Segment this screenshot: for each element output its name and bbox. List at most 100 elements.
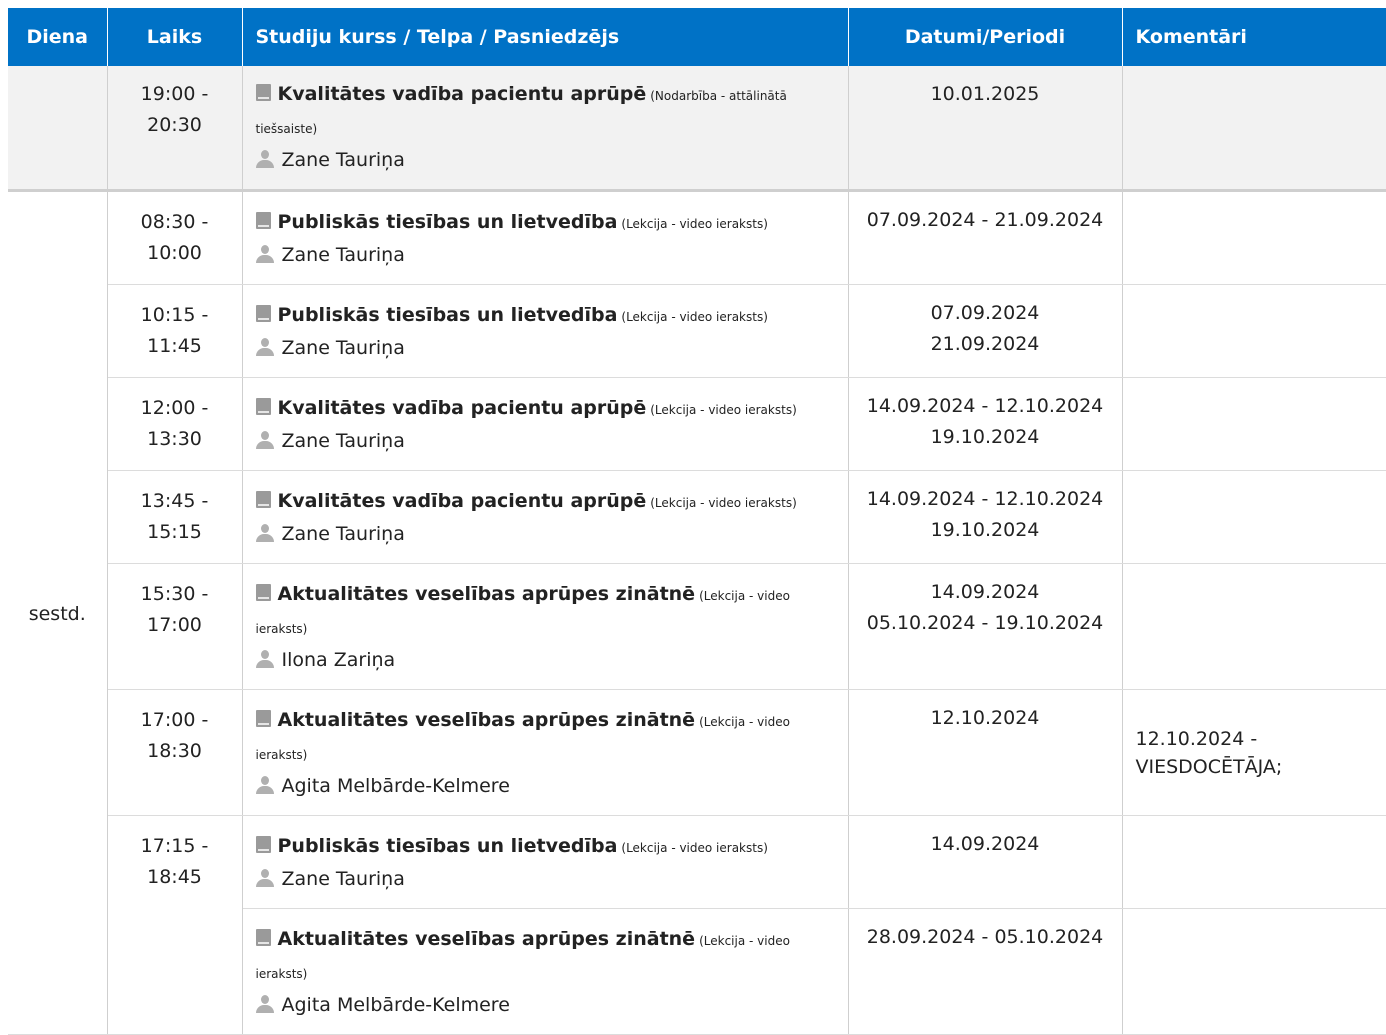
teacher-name[interactable]: Ilona Zariņa bbox=[282, 649, 396, 671]
person-icon bbox=[255, 150, 274, 168]
dates-cell: 14.09.2024 05.10.2024 - 19.10.2024 bbox=[848, 563, 1123, 690]
course-type: (Lekcija - video ieraksts) bbox=[621, 841, 768, 855]
book-icon bbox=[255, 836, 271, 853]
day-cell bbox=[8, 66, 108, 191]
table-row: 19:00 - 20:30 Kvalitātes vadība pacientu… bbox=[8, 66, 1386, 191]
course-cell: Aktualitātes veselības aprūpes zinātnē (L… bbox=[242, 908, 849, 1035]
course-cell: Publiskās tiesības un lietvedība (Lekcija… bbox=[242, 284, 849, 378]
teacher-name[interactable]: Agita Melbārde-Kelmere bbox=[282, 775, 510, 797]
comment-cell bbox=[1122, 284, 1386, 378]
book-icon bbox=[255, 929, 271, 946]
comment-cell bbox=[1122, 377, 1386, 471]
comment-cell bbox=[1122, 189, 1386, 285]
course-type: (Lekcija - video ieraksts) bbox=[650, 496, 797, 510]
course-cell: Kvalitātes vadība pacientu aprūpē (Lekcij… bbox=[242, 377, 849, 471]
dates-cell: 28.09.2024 - 05.10.2024 bbox=[848, 908, 1123, 1035]
time-cell: 10:15 - 11:45 bbox=[107, 284, 243, 378]
book-icon bbox=[255, 398, 271, 415]
header-course: Studiju kurss / Telpa / Pasniedzējs bbox=[242, 8, 849, 66]
time-cell: 19:00 - 20:30 bbox=[107, 66, 243, 191]
teacher-name[interactable]: Zane Tauriņa bbox=[282, 868, 405, 890]
date-period: 14.09.2024 - 12.10.2024 bbox=[866, 395, 1104, 417]
comment-cell bbox=[1122, 815, 1386, 909]
date-period: 19.10.2024 bbox=[930, 519, 1040, 541]
date-period: 19.10.2024 bbox=[930, 426, 1040, 448]
book-icon bbox=[255, 584, 271, 601]
course-name[interactable]: Kvalitātes vadība pacientu aprūpē bbox=[278, 83, 647, 105]
date-period: 10.01.2025 bbox=[930, 83, 1040, 105]
book-icon bbox=[255, 212, 271, 229]
course-type: (Lekcija - video ieraksts) bbox=[621, 310, 768, 324]
time-cell: 17:00 - 18:30 bbox=[107, 689, 243, 816]
course-name[interactable]: Aktualitātes veselības aprūpes zinātnē bbox=[278, 928, 696, 950]
table-row: 17:00 - 18:30 Aktualitātes veselības aprū… bbox=[8, 689, 1386, 816]
time-cell: 12:00 - 13:30 bbox=[107, 377, 243, 471]
teacher-name[interactable]: Zane Tauriņa bbox=[282, 523, 405, 545]
comment-cell bbox=[1122, 908, 1386, 1035]
teacher-name[interactable]: Zane Tauriņa bbox=[282, 244, 405, 266]
course-cell: Publiskās tiesības un lietvedība (Lekcija… bbox=[242, 189, 849, 285]
table-row: 12:00 - 13:30 Kvalitātes vadība pacientu … bbox=[8, 377, 1386, 471]
person-icon bbox=[255, 995, 274, 1013]
course-type: (Lekcija - video ieraksts) bbox=[650, 403, 797, 417]
course-name[interactable]: Publiskās tiesības un lietvedība bbox=[278, 304, 618, 326]
dates-cell: 14.09.2024 bbox=[848, 815, 1123, 909]
date-period: 14.09.2024 bbox=[930, 833, 1040, 855]
course-name[interactable]: Aktualitātes veselības aprūpes zinātnē bbox=[278, 583, 696, 605]
table-row: 15:30 - 17:00 Aktualitātes veselības aprū… bbox=[8, 563, 1386, 690]
time-cell: 13:45 - 15:15 bbox=[107, 470, 243, 564]
course-name[interactable]: Kvalitātes vadība pacientu aprūpē bbox=[278, 490, 647, 512]
header-row: Diena Laiks Studiju kurss / Telpa / Pasn… bbox=[8, 8, 1386, 66]
person-icon bbox=[255, 869, 274, 887]
comment-cell bbox=[1122, 563, 1386, 690]
course-name[interactable]: Publiskās tiesības un lietvedība bbox=[278, 211, 618, 233]
schedule-table: Diena Laiks Studiju kurss / Telpa / Pasn… bbox=[8, 8, 1386, 1035]
course-name[interactable]: Aktualitātes veselības aprūpes zinātnē bbox=[278, 709, 696, 731]
course-cell: Aktualitātes veselības aprūpes zinātnē (L… bbox=[242, 689, 849, 816]
header-dates: Datumi/Periodi bbox=[848, 8, 1123, 66]
dates-cell: 07.09.2024 - 21.09.2024 bbox=[848, 189, 1123, 285]
dates-cell: 12.10.2024 bbox=[848, 689, 1123, 816]
dates-cell: 10.01.2025 bbox=[848, 66, 1123, 191]
time-cell: 17:15 - 18:45 bbox=[107, 815, 243, 1035]
person-icon bbox=[255, 524, 274, 542]
dates-cell: 07.09.2024 21.09.2024 bbox=[848, 284, 1123, 378]
header-day: Diena bbox=[8, 8, 108, 66]
course-name[interactable]: Publiskās tiesības un lietvedība bbox=[278, 835, 618, 857]
teacher-name[interactable]: Zane Tauriņa bbox=[282, 430, 405, 452]
comment-cell bbox=[1122, 470, 1386, 564]
course-cell: Publiskās tiesības un lietvedība (Lekcija… bbox=[242, 815, 849, 909]
table-row: sestd. 08:30 - 10:00 Publiskās tiesības un… bbox=[8, 189, 1386, 1035]
comment-cell bbox=[1122, 66, 1386, 191]
course-cell: Kvalitātes vadība pacientu aprūpē (Nodarb… bbox=[242, 66, 849, 191]
schedule-body: 19:00 - 20:30 Kvalitātes vadība pacientu… bbox=[8, 66, 1386, 1035]
day-cell: sestd. bbox=[8, 189, 108, 1035]
book-icon bbox=[255, 84, 271, 101]
course-type: (Lekcija - video ieraksts) bbox=[621, 217, 768, 231]
teacher-name[interactable]: Agita Melbārde-Kelmere bbox=[282, 994, 510, 1016]
date-period: 21.09.2024 bbox=[930, 333, 1040, 355]
header-comments: Komentāri bbox=[1122, 8, 1386, 66]
date-period: 12.10.2024 bbox=[930, 707, 1040, 729]
dates-cell: 14.09.2024 - 12.10.2024 19.10.2024 bbox=[848, 470, 1123, 564]
date-period: 07.09.2024 - 21.09.2024 bbox=[866, 209, 1104, 231]
header-time: Laiks bbox=[107, 8, 243, 66]
table-row: 10:15 - 11:45 Publiskās tiesības un lietv… bbox=[8, 284, 1386, 378]
date-period: 07.09.2024 bbox=[930, 302, 1040, 324]
time-cell: 08:30 - 10:00 bbox=[107, 189, 243, 285]
person-icon bbox=[255, 245, 274, 263]
teacher-name[interactable]: Zane Tauriņa bbox=[282, 149, 405, 171]
course-name[interactable]: Kvalitātes vadība pacientu aprūpē bbox=[278, 397, 647, 419]
person-icon bbox=[255, 650, 274, 668]
date-period: 28.09.2024 - 05.10.2024 bbox=[866, 926, 1104, 948]
table-row: 13:45 - 15:15 Kvalitātes vadība pacientu … bbox=[8, 470, 1386, 564]
comment-cell: 12.10.2024 - VIESDOCĒTĀJA; bbox=[1122, 689, 1386, 816]
teacher-name[interactable]: Zane Tauriņa bbox=[282, 337, 405, 359]
date-period: 14.09.2024 - 12.10.2024 bbox=[866, 488, 1104, 510]
person-icon bbox=[255, 431, 274, 449]
book-icon bbox=[255, 710, 271, 727]
person-icon bbox=[255, 338, 274, 356]
book-icon bbox=[255, 305, 271, 322]
course-cell: Kvalitātes vadība pacientu aprūpē (Lekcij… bbox=[242, 470, 849, 564]
date-period: 05.10.2024 - 19.10.2024 bbox=[866, 612, 1104, 634]
